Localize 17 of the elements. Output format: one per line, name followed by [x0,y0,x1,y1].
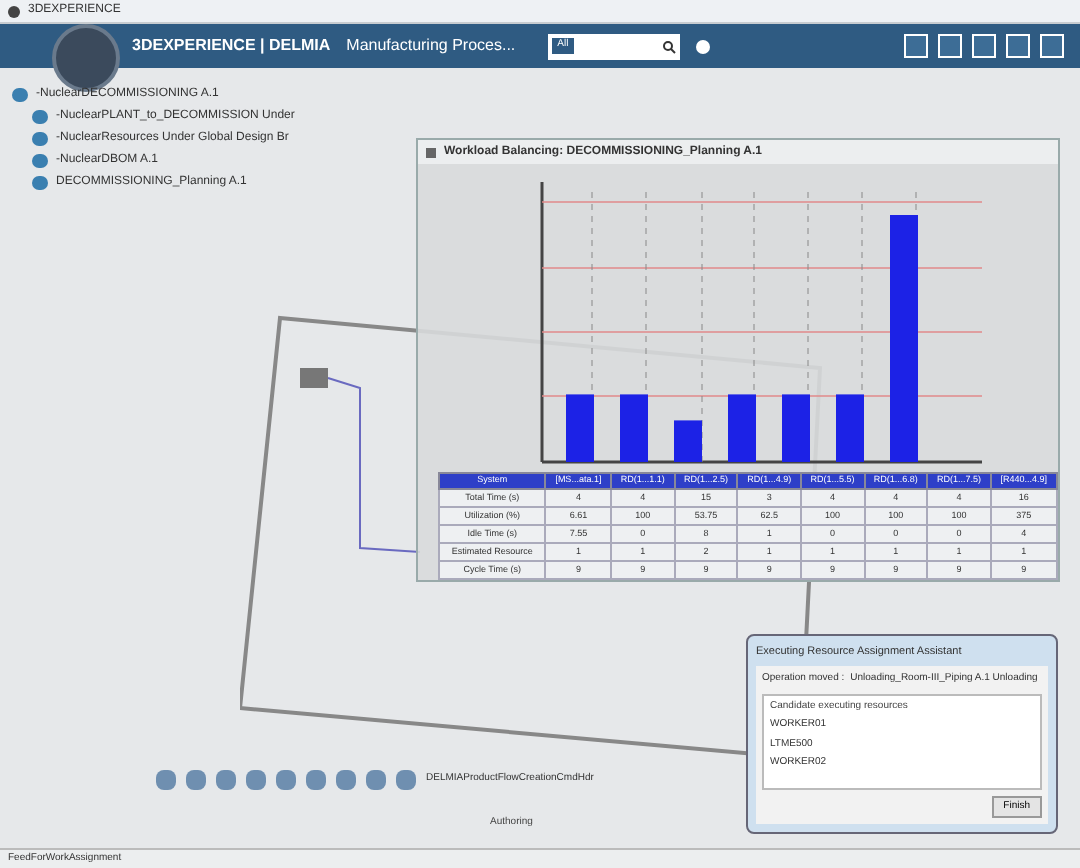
chart-bar [728,394,756,462]
app-icon [8,5,20,17]
node-icon [32,132,48,146]
node-icon [12,88,28,102]
window-icon [426,147,436,157]
chart-bar [782,394,810,462]
chart-bar [566,394,594,462]
search-icon[interactable] [661,39,676,53]
brand-title: 3DEXPERIENCE | DELMIA [132,34,331,58]
node-icon [32,176,48,190]
machine-icon [300,368,328,388]
chart-bar [674,420,702,462]
node-icon [32,110,48,124]
app-title: Manufacturing Proces... [346,34,516,58]
node-icon [32,154,48,168]
chart-bar [836,394,864,462]
chart-bar [620,394,648,462]
